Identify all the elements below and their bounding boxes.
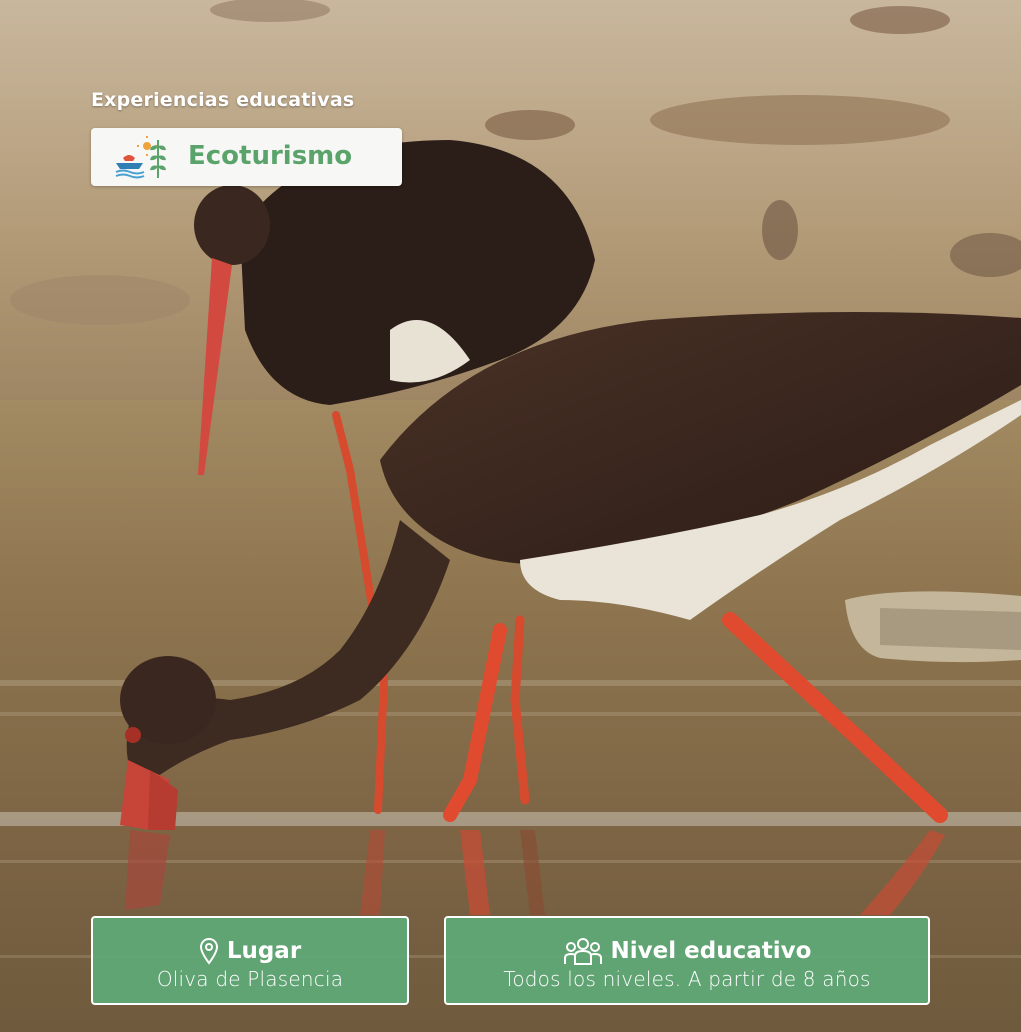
location-pin-icon xyxy=(199,937,218,965)
education-level-title: Nivel educativo xyxy=(610,938,812,964)
group-people-icon xyxy=(563,938,602,965)
education-level-card: Nivel educativo Todos los niveles. A par… xyxy=(444,916,930,1005)
location-title: Lugar xyxy=(226,938,302,964)
category-label: Ecoturismo xyxy=(188,141,353,171)
section-kicker: Experiencias educativas xyxy=(91,89,355,111)
ecotourism-icon xyxy=(115,136,166,179)
location-card-header: Lugar xyxy=(93,935,407,967)
location-card: Lugar Oliva de Plasencia xyxy=(91,916,409,1005)
education-level-value: Todos los niveles. A partir de 8 años xyxy=(503,967,871,991)
hero-scene: Experiencias educativas Ecoturismo Lugar… xyxy=(0,0,1021,1032)
category-tag: Ecoturismo xyxy=(91,128,402,186)
education-level-card-header: Nivel educativo xyxy=(446,935,928,967)
location-value: Oliva de Plasencia xyxy=(156,967,344,991)
